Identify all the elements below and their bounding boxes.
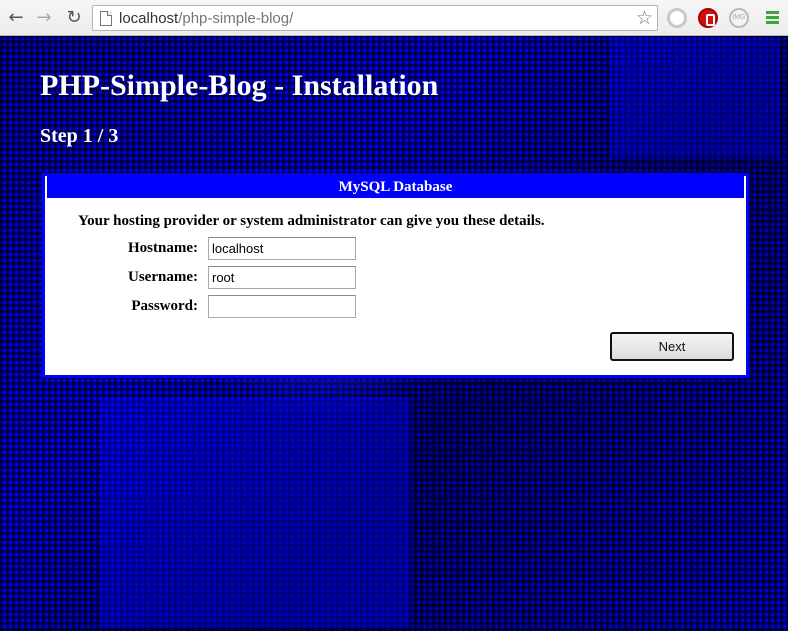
- hostname-label: Hostname:: [128, 240, 198, 256]
- mysql-panel: MySQL Database Your hosting provider or …: [42, 173, 749, 378]
- panel-body: MySQL Database Your hosting provider or …: [45, 176, 746, 375]
- username-label: Username:: [128, 269, 198, 285]
- page-background: PHP-Simple-Blog - Installation Step 1 / …: [0, 37, 788, 631]
- address-url[interactable]: localhost/php-simple-blog/: [119, 10, 293, 27]
- password-label: Password:: [131, 298, 198, 314]
- bookmark-star-icon[interactable]: ☆: [636, 7, 653, 29]
- page-icon: [100, 11, 112, 26]
- extension-circle-icon[interactable]: [667, 8, 687, 28]
- reload-icon[interactable]: ↻: [64, 8, 84, 28]
- background-decoration: [100, 397, 410, 627]
- back-arrow-icon[interactable]: ←: [6, 8, 26, 28]
- adblock-stop-icon[interactable]: [698, 8, 718, 28]
- forward-arrow-icon[interactable]: →: [34, 8, 54, 28]
- image-extension-icon[interactable]: IMG: [729, 8, 749, 28]
- url-path: /php-simple-blog/: [178, 10, 294, 27]
- password-input[interactable]: [208, 295, 356, 318]
- panel-hint: Your hosting provider or system administ…: [78, 213, 545, 229]
- hostname-input[interactable]: [208, 237, 356, 260]
- password-row: Password:: [45, 295, 365, 318]
- panel-title: MySQL Database: [47, 176, 744, 198]
- username-row: Username:: [45, 266, 365, 289]
- next-button[interactable]: Next: [610, 332, 734, 361]
- username-input[interactable]: [208, 266, 356, 289]
- background-decoration: [610, 37, 780, 157]
- browser-toolbar: ← → ↻ localhost/php-simple-blog/ ☆ IMG: [0, 0, 788, 36]
- address-bar[interactable]: localhost/php-simple-blog/ ☆: [92, 5, 658, 31]
- page-title: PHP-Simple-Blog - Installation: [40, 69, 439, 102]
- hostname-row: Hostname:: [45, 237, 365, 260]
- step-indicator: Step 1 / 3: [40, 125, 119, 147]
- url-host: localhost: [119, 10, 179, 27]
- menu-hamburger-icon[interactable]: [766, 11, 779, 26]
